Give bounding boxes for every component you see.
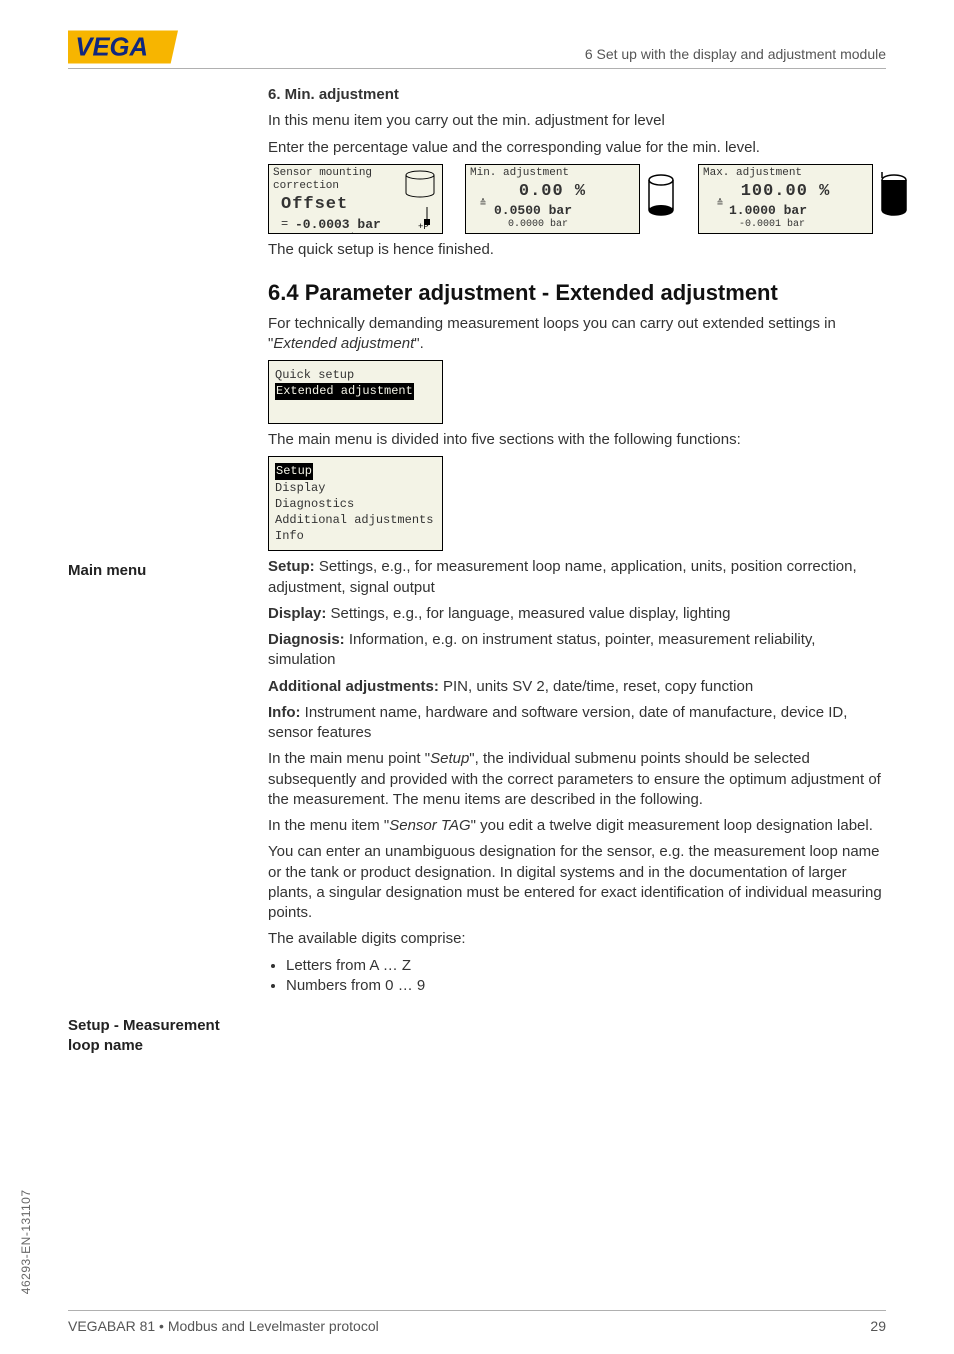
- list-item: Letters from A … Z: [286, 956, 886, 976]
- sidebar-setup-measurement: Setup - Measurement loop name: [68, 1016, 253, 1057]
- desc-display: Display: Settings, e.g., for language, m…: [268, 604, 886, 624]
- tank-outline-icon: [402, 169, 438, 205]
- setup-meas-p2: You can enter an unambiguous designation…: [268, 842, 886, 923]
- section-6-4-title: 6.4 Parameter adjustment - Extended adju…: [268, 278, 886, 308]
- main-menu-intro: The main menu is divided into five secti…: [268, 430, 886, 450]
- setup-meas-p3: The available digits comprise:: [268, 929, 886, 949]
- desc-additional: Additional adjustments: PIN, units SV 2,…: [268, 677, 886, 697]
- quick-setup-finished: The quick setup is hence finished.: [268, 240, 886, 260]
- min-adj-heading: 6. Min. adjustment: [268, 85, 886, 105]
- sensor-icon: +P: [418, 207, 436, 231]
- lcd-extended-adjustment: Quick setup Extended adjustment: [268, 360, 443, 424]
- desc-setup: Setup: Settings, e.g., for measurement l…: [268, 557, 886, 598]
- setup-meas-p1: In the menu item "Sensor TAG" you edit a…: [268, 816, 886, 836]
- desc-info: Info: Instrument name, hardware and soft…: [268, 703, 886, 744]
- lcd-row: Sensor mounting correction Offset = -0.0…: [268, 164, 886, 234]
- lcd-main-menu: Setup Display Diagnostics Additional adj…: [268, 456, 443, 551]
- svg-text:+P: +P: [418, 222, 429, 231]
- min-adj-line2: Enter the percentage value and the corre…: [268, 138, 886, 158]
- svg-text:VEGA: VEGA: [75, 33, 148, 61]
- tank-low-icon: [646, 172, 676, 226]
- page-header: VEGA 6 Set up with the display and adjus…: [68, 30, 886, 69]
- header-section-label: 6 Set up with the display and adjustment…: [585, 45, 886, 64]
- section-6-4-intro: For technically demanding measurement lo…: [268, 314, 886, 355]
- lcd-max: Max. adjustment 100.00 % ≙ 1.0000 bar -0…: [698, 164, 873, 234]
- list-item: Numbers from 0 … 9: [286, 976, 886, 996]
- footer-page-number: 29: [870, 1317, 886, 1336]
- footer-left: VEGABAR 81 • Modbus and Levelmaster prot…: [68, 1317, 379, 1336]
- vega-logo: VEGA: [68, 30, 178, 64]
- desc-diagnosis: Diagnosis: Information, e.g. on instrume…: [268, 630, 886, 671]
- page-footer: VEGABAR 81 • Modbus and Levelmaster prot…: [68, 1310, 886, 1336]
- digits-list: Letters from A … Z Numbers from 0 … 9: [286, 956, 886, 997]
- lcd-offset: Sensor mounting correction Offset = -0.0…: [268, 164, 443, 234]
- min-adj-line1: In this menu item you carry out the min.…: [268, 111, 886, 131]
- tank-full-icon: [879, 172, 909, 226]
- doc-number-vertical: 46293-EN-131107: [18, 1189, 34, 1294]
- desc-closing: In the main menu point "Setup", the indi…: [268, 749, 886, 810]
- lcd-min: Min. adjustment 0.00 % ≙ 0.0500 bar 0.00…: [465, 164, 640, 234]
- sidebar-main-menu: Main menu: [68, 561, 253, 581]
